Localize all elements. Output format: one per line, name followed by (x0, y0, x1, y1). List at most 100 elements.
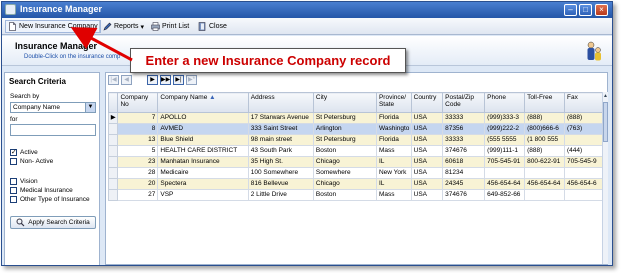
medical-insurance-checkbox[interactable]: Medical Insurance (10, 187, 73, 194)
previous-record-button[interactable]: ◀ (121, 75, 132, 85)
cell-company-name[interactable]: Medicaire (157, 167, 249, 179)
print-list-button[interactable]: Print List (151, 20, 189, 33)
cell-province-state[interactable]: New York (375, 167, 412, 179)
cell-city[interactable]: Boston (312, 189, 377, 201)
close-window-button[interactable]: × (595, 4, 608, 16)
cell-country[interactable]: USA (410, 178, 444, 190)
apply-search-criteria-button[interactable]: Apply Search Criteria (10, 216, 96, 229)
row-indicator[interactable] (107, 167, 119, 179)
cell-address[interactable]: 17 Starwars Avenue (247, 112, 314, 124)
cell-country[interactable]: USA (410, 112, 444, 124)
cell-phone[interactable] (484, 167, 526, 179)
new-insurance-company-button[interactable]: New Insurance Company (5, 20, 101, 33)
cell-city[interactable]: Arlington (312, 123, 377, 135)
cell-toll-free[interactable]: 800-622-91 (524, 156, 566, 168)
column-header-fax[interactable]: Fax (564, 92, 604, 113)
cell-city[interactable]: St Petersburg (312, 134, 377, 146)
search-for-input[interactable] (10, 124, 96, 136)
table-row[interactable]: 28 Medicaire 100 Somewhere Somewhere New Yor… (107, 167, 604, 179)
first-record-button[interactable]: |◀ (108, 75, 119, 85)
cell-country[interactable]: USA (410, 167, 444, 179)
cell-fax[interactable]: 705-545-9 (564, 156, 604, 168)
cell-toll-free[interactable]: (888) (524, 145, 566, 157)
cell-toll-free[interactable]: 456-654-64 (524, 178, 566, 190)
cell-address[interactable]: 816 Bellevue (247, 178, 314, 190)
cell-city[interactable]: Somewhere (312, 167, 377, 179)
cell-postal-zip[interactable]: 374676 (442, 145, 486, 157)
cell-address[interactable]: 2 Little Drive (247, 189, 314, 201)
row-indicator[interactable]: ▶ (107, 112, 119, 124)
cell-company-name[interactable]: AVMED (157, 123, 249, 135)
cell-company-no[interactable]: 8 (117, 123, 159, 135)
cell-country[interactable]: USA (410, 189, 444, 201)
row-indicator[interactable] (107, 134, 119, 146)
chevron-down-icon[interactable]: ▼ (85, 103, 95, 112)
cell-country[interactable]: USA (410, 156, 444, 168)
column-header-company-no[interactable]: Company No (117, 92, 159, 113)
cell-toll-free[interactable]: (800)666-6 (524, 123, 566, 135)
scrollbar-thumb[interactable] (603, 102, 608, 142)
cell-fax[interactable]: (763) (564, 123, 604, 135)
cell-company-no[interactable]: 28 (117, 167, 159, 179)
cell-province-state[interactable]: Mass (375, 145, 412, 157)
cell-toll-free[interactable] (524, 189, 566, 201)
cell-company-name[interactable]: Blue Shield (157, 134, 249, 146)
cell-fax[interactable] (564, 189, 604, 201)
cell-postal-zip[interactable]: 33333 (442, 112, 486, 124)
table-row[interactable]: 5 HEALTH CARE DISTRICT 43 South Park Boston… (107, 145, 604, 157)
active-checkbox[interactable]: ✓ Active (10, 149, 38, 156)
cell-fax[interactable]: (888) (564, 112, 604, 124)
cell-company-name[interactable]: HEALTH CARE DISTRICT (157, 145, 249, 157)
cell-postal-zip[interactable]: 24345 (442, 178, 486, 190)
cell-company-no[interactable]: 27 (117, 189, 159, 201)
cell-fax[interactable] (564, 167, 604, 179)
cell-postal-zip[interactable]: 60618 (442, 156, 486, 168)
cell-phone[interactable]: (999)111-1 (484, 145, 526, 157)
row-indicator[interactable] (107, 123, 119, 135)
cell-address[interactable]: 333 Saint Street (247, 123, 314, 135)
cell-address[interactable]: 43 South Park (247, 145, 314, 157)
cell-company-name[interactable]: APOLLO (157, 112, 249, 124)
cell-company-no[interactable]: 20 (117, 178, 159, 190)
cell-province-state[interactable]: Washingto (375, 123, 412, 135)
cell-company-no[interactable]: 13 (117, 134, 159, 146)
cell-company-name[interactable]: Spectera (157, 178, 249, 190)
cell-province-state[interactable]: Florida (375, 112, 412, 124)
search-by-select[interactable]: Company Name ▼ (10, 102, 96, 113)
cell-address[interactable]: 35 High St. (247, 156, 314, 168)
cell-postal-zip[interactable]: 81234 (442, 167, 486, 179)
close-button[interactable]: Close (198, 20, 227, 33)
scroll-up-icon[interactable]: ▲ (603, 92, 608, 100)
cell-postal-zip[interactable]: 87356 (442, 123, 486, 135)
cell-toll-free[interactable]: (1 800 555 (524, 134, 566, 146)
row-indicator[interactable] (107, 145, 119, 157)
reports-button[interactable]: Reports ▾ (103, 20, 144, 33)
cell-address[interactable]: 98 main street (247, 134, 314, 146)
cell-city[interactable]: Boston (312, 145, 377, 157)
cell-country[interactable]: USA (410, 123, 444, 135)
vision-checkbox[interactable]: Vision (10, 178, 38, 185)
cell-phone[interactable]: (999)333-3 (484, 112, 526, 124)
table-row[interactable]: 27 VSP 2 Little Drive Boston Mass USA 374676 64… (107, 189, 604, 201)
next-record-button[interactable]: ▶ (147, 75, 158, 85)
cell-address[interactable]: 100 Somewhere (247, 167, 314, 179)
cell-city[interactable]: Chicago (312, 156, 377, 168)
cell-fax[interactable]: (444) (564, 145, 604, 157)
non-active-checkbox[interactable]: Non- Active (10, 158, 53, 165)
table-row[interactable]: ▶ 7 APOLLO 17 Starwars Avenue St Petersburg F… (107, 112, 604, 124)
cell-company-no[interactable]: 23 (117, 156, 159, 168)
cell-company-name[interactable]: VSP (157, 189, 249, 201)
cell-phone[interactable]: 649-852-66 (484, 189, 526, 201)
row-indicator[interactable] (107, 156, 119, 168)
last-record-button[interactable]: ▶| (173, 75, 184, 85)
cell-toll-free[interactable]: (888) (524, 112, 566, 124)
cell-fax[interactable] (564, 134, 604, 146)
cell-province-state[interactable]: IL (375, 178, 412, 190)
minimize-button[interactable]: – (564, 4, 577, 16)
cell-province-state[interactable]: Florida (375, 134, 412, 146)
maximize-button[interactable]: □ (579, 4, 592, 16)
cell-city[interactable]: St Petersburg (312, 112, 377, 124)
cell-province-state[interactable]: IL (375, 156, 412, 168)
cell-phone[interactable]: 705-545-91 (484, 156, 526, 168)
table-row[interactable]: 23 Manhatan Insurance 35 High St. Chicago IL… (107, 156, 604, 168)
